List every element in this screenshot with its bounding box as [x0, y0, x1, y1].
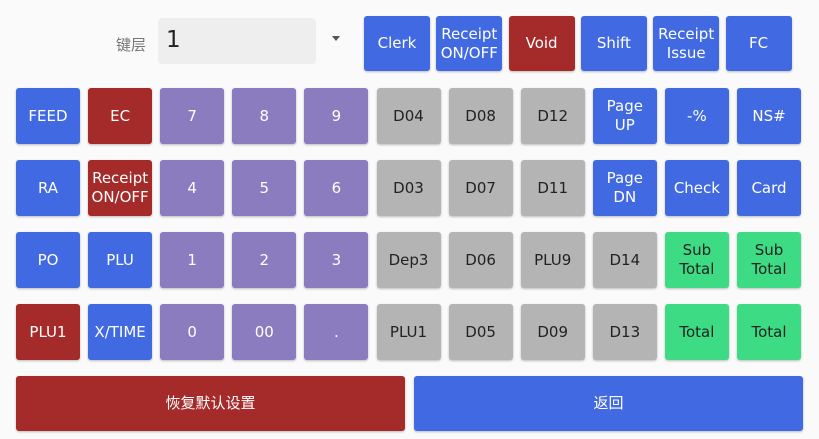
key-receipt-on-off-button[interactable]: Receipt ON/OFF: [88, 160, 153, 216]
key-layer-value: 1: [166, 27, 181, 53]
key-plu9-button[interactable]: PLU9: [520, 232, 585, 288]
key-6-button[interactable]: 6: [304, 160, 369, 216]
key-ec-button[interactable]: EC: [88, 88, 153, 144]
key-plu1-button[interactable]: PLU1: [376, 304, 441, 360]
key-ns-button[interactable]: NS#: [737, 88, 801, 144]
key-d11-button[interactable]: D11: [520, 160, 585, 216]
key-d08-button[interactable]: D08: [448, 88, 513, 144]
top-key-receipt-on-off-button[interactable]: Receipt ON/OFF: [436, 16, 503, 71]
key-d12-button[interactable]: D12: [520, 88, 585, 144]
key-2-button[interactable]: 2: [232, 232, 297, 288]
key-total-button[interactable]: Total: [737, 304, 801, 360]
key-7-button[interactable]: 7: [160, 88, 225, 144]
key-key-button[interactable]: .: [304, 304, 369, 360]
key-card-button[interactable]: Card: [737, 160, 801, 216]
key-layer-field[interactable]: 1: [158, 18, 316, 64]
top-key-shift-button[interactable]: Shift: [580, 16, 647, 71]
key-feed-button[interactable]: FEED: [16, 88, 80, 144]
key-x-time-button[interactable]: X/TIME: [88, 304, 153, 360]
key-sub-total-button[interactable]: Sub Total: [737, 232, 801, 288]
key-5-button[interactable]: 5: [232, 160, 297, 216]
key-3-button[interactable]: 3: [304, 232, 369, 288]
key-d06-button[interactable]: D06: [448, 232, 513, 288]
key-layer-label: 键层: [116, 36, 147, 54]
key-00-button[interactable]: 00: [232, 304, 297, 360]
key-8-button[interactable]: 8: [232, 88, 297, 144]
key-plu1-button[interactable]: PLU1: [16, 304, 80, 360]
key-po-button[interactable]: PO: [16, 232, 80, 288]
key-key-button[interactable]: -%: [664, 88, 729, 144]
key-d14-button[interactable]: D14: [592, 232, 657, 288]
top-key-void-button[interactable]: Void: [508, 16, 575, 71]
key-dep3-button[interactable]: Dep3: [376, 232, 441, 288]
key-d13-button[interactable]: D13: [592, 304, 657, 360]
key-4-button[interactable]: 4: [160, 160, 225, 216]
key-sub-total-button[interactable]: Sub Total: [664, 232, 729, 288]
top-key-clerk-button[interactable]: Clerk: [364, 16, 430, 71]
key-d07-button[interactable]: D07: [448, 160, 513, 216]
key-1-button[interactable]: 1: [160, 232, 225, 288]
key-d03-button[interactable]: D03: [376, 160, 441, 216]
key-layer-select[interactable]: 1: [158, 18, 348, 64]
dropdown-caret-icon[interactable]: [332, 36, 340, 41]
key-0-button[interactable]: 0: [160, 304, 225, 360]
key-d09-button[interactable]: D09: [520, 304, 585, 360]
key-ra-button[interactable]: RA: [16, 160, 80, 216]
key-page-up-button[interactable]: Page UP: [592, 88, 657, 144]
key-plu-button[interactable]: PLU: [88, 232, 153, 288]
top-key-receipt-issue-button[interactable]: Receipt Issue: [653, 16, 720, 71]
key-page-dn-button[interactable]: Page DN: [592, 160, 657, 216]
key-check-button[interactable]: Check: [664, 160, 729, 216]
restore-defaults-button[interactable]: 恢复默认设置: [16, 376, 405, 431]
key-total-button[interactable]: Total: [664, 304, 729, 360]
top-key-fc-button[interactable]: FC: [725, 16, 792, 71]
key-d04-button[interactable]: D04: [376, 88, 441, 144]
key-9-button[interactable]: 9: [304, 88, 369, 144]
back-button[interactable]: 返回: [414, 376, 803, 431]
key-d05-button[interactable]: D05: [448, 304, 513, 360]
